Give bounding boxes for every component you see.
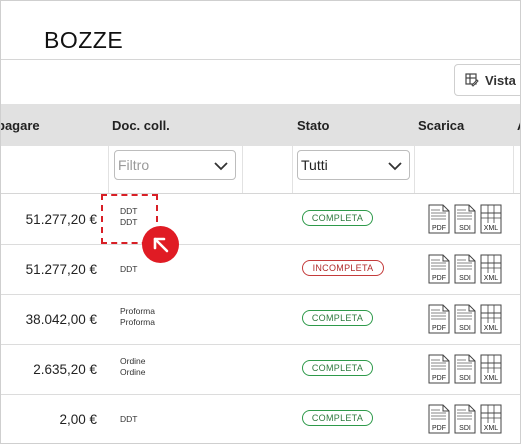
pdf-file-icon: PDF	[428, 404, 450, 434]
linked-docs-cell: DDT	[120, 264, 137, 275]
pdf-label: PDF	[432, 425, 446, 432]
table-row[interactable]: 2.635,20 € Ordine Ordine COMPLETA PDF SDI XML	[1, 344, 520, 395]
sdi-file-icon: SDI	[454, 204, 476, 234]
vista-button[interactable]: Vista d	[454, 64, 520, 96]
pdf-label: PDF	[432, 375, 446, 382]
download-xml-button[interactable]: XML	[480, 304, 502, 339]
status-badge: COMPLETA	[302, 360, 373, 376]
xml-label: XML	[484, 375, 499, 382]
pdf-file-icon: PDF	[428, 204, 450, 234]
xml-file-icon: XML	[480, 404, 502, 434]
pdf-file-icon: PDF	[428, 254, 450, 284]
xml-file-icon: XML	[480, 304, 502, 334]
pdf-label: PDF	[432, 275, 446, 282]
download-sdi-button[interactable]: SDI	[454, 254, 476, 289]
header-extra[interactable]: A	[517, 118, 520, 133]
linked-docs-cell: Proforma Proforma	[120, 306, 155, 328]
sdi-label: SDI	[459, 275, 471, 282]
linked-doc-link[interactable]: DDT	[120, 264, 137, 275]
linked-doc-link[interactable]: Ordine	[120, 367, 146, 378]
amount-cell: 51.277,20 €	[25, 262, 97, 277]
column-divider	[292, 146, 293, 193]
download-xml-button[interactable]: XML	[480, 254, 502, 289]
xml-file-icon: XML	[480, 354, 502, 384]
download-pdf-button[interactable]: PDF	[428, 254, 450, 289]
xml-label: XML	[484, 225, 499, 232]
header-scarica[interactable]: Scarica	[418, 118, 464, 133]
pdf-label: PDF	[432, 325, 446, 332]
linked-doc-link[interactable]: DDT	[120, 414, 137, 425]
xml-label: XML	[484, 275, 499, 282]
amount-cell: 2.635,20 €	[33, 362, 97, 377]
column-divider	[414, 146, 415, 193]
arrow-up-left-icon	[153, 237, 168, 252]
sdi-file-icon: SDI	[454, 254, 476, 284]
download-pdf-button[interactable]: PDF	[428, 204, 450, 239]
doc-filter-placeholder: Filtro	[118, 157, 150, 173]
linked-doc-link[interactable]: Ordine	[120, 356, 146, 367]
page-title: BOZZE	[44, 27, 124, 53]
stato-filter-select[interactable]: Tutti	[297, 150, 410, 180]
amount-cell: 2,00 €	[59, 412, 97, 427]
header-da-pagare[interactable]: pagare	[1, 118, 40, 133]
download-sdi-button[interactable]: SDI	[454, 304, 476, 339]
table-row[interactable]: 51.277,20 € DDT DDT COMPLETA PDF SDI XML	[1, 194, 520, 245]
sdi-label: SDI	[459, 225, 471, 232]
doc-filter-select[interactable]: Filtro	[114, 150, 236, 180]
filter-row: Filtro Tutti	[1, 146, 520, 194]
amount-cell: 38.042,00 €	[25, 312, 97, 327]
status-badge: INCOMPLETA	[302, 260, 384, 276]
download-sdi-button[interactable]: SDI	[454, 204, 476, 239]
sdi-file-icon: SDI	[454, 354, 476, 384]
download-pdf-button[interactable]: PDF	[428, 404, 450, 439]
table-row[interactable]: 51.277,20 € DDT INCOMPLETA PDF SDI XML	[1, 244, 520, 295]
sdi-file-icon: SDI	[454, 304, 476, 334]
download-sdi-button[interactable]: SDI	[454, 354, 476, 389]
cursor-indicator	[142, 226, 179, 263]
linked-docs-cell: Ordine Ordine	[120, 356, 146, 378]
pdf-file-icon: PDF	[428, 354, 450, 384]
sdi-file-icon: SDI	[454, 404, 476, 434]
download-pdf-button[interactable]: PDF	[428, 354, 450, 389]
table-row[interactable]: 2,00 € DDT COMPLETA PDF SDI XML	[1, 394, 520, 443]
download-sdi-button[interactable]: SDI	[454, 404, 476, 439]
status-badge: COMPLETA	[302, 410, 373, 426]
header-divider	[1, 59, 520, 60]
column-divider	[513, 146, 514, 193]
linked-docs-cell: DDT	[120, 414, 137, 425]
sdi-label: SDI	[459, 425, 471, 432]
header-stato[interactable]: Stato	[297, 118, 330, 133]
amount-cell: 51.277,20 €	[25, 212, 97, 227]
download-xml-button[interactable]: XML	[480, 204, 502, 239]
xml-file-icon: XML	[480, 254, 502, 284]
column-divider	[242, 146, 243, 193]
xml-label: XML	[484, 325, 499, 332]
linked-doc-link[interactable]: Proforma	[120, 306, 155, 317]
sdi-label: SDI	[459, 325, 471, 332]
header-doc-coll[interactable]: Doc. coll.	[112, 118, 170, 133]
column-divider	[108, 146, 109, 193]
sdi-label: SDI	[459, 375, 471, 382]
table-header: pagare Doc. coll. Stato Scarica A	[1, 104, 520, 146]
xml-label: XML	[484, 425, 499, 432]
vista-button-label: Vista d	[485, 72, 520, 88]
status-badge: COMPLETA	[302, 310, 373, 326]
table-edit-icon	[465, 73, 479, 87]
download-pdf-button[interactable]: PDF	[428, 304, 450, 339]
status-badge: COMPLETA	[302, 210, 373, 226]
download-xml-button[interactable]: XML	[480, 354, 502, 389]
chevron-down-icon	[214, 162, 228, 171]
download-xml-button[interactable]: XML	[480, 404, 502, 439]
table-row[interactable]: 38.042,00 € Proforma Proforma COMPLETA PDF SD…	[1, 294, 520, 345]
stato-filter-value: Tutti	[301, 157, 328, 173]
pdf-label: PDF	[432, 225, 446, 232]
app-window: BOZZE Vista d pagare Doc. coll. Stato Sc…	[0, 0, 521, 444]
chevron-down-icon	[388, 162, 402, 171]
pdf-file-icon: PDF	[428, 304, 450, 334]
linked-doc-link[interactable]: Proforma	[120, 317, 155, 328]
xml-file-icon: XML	[480, 204, 502, 234]
